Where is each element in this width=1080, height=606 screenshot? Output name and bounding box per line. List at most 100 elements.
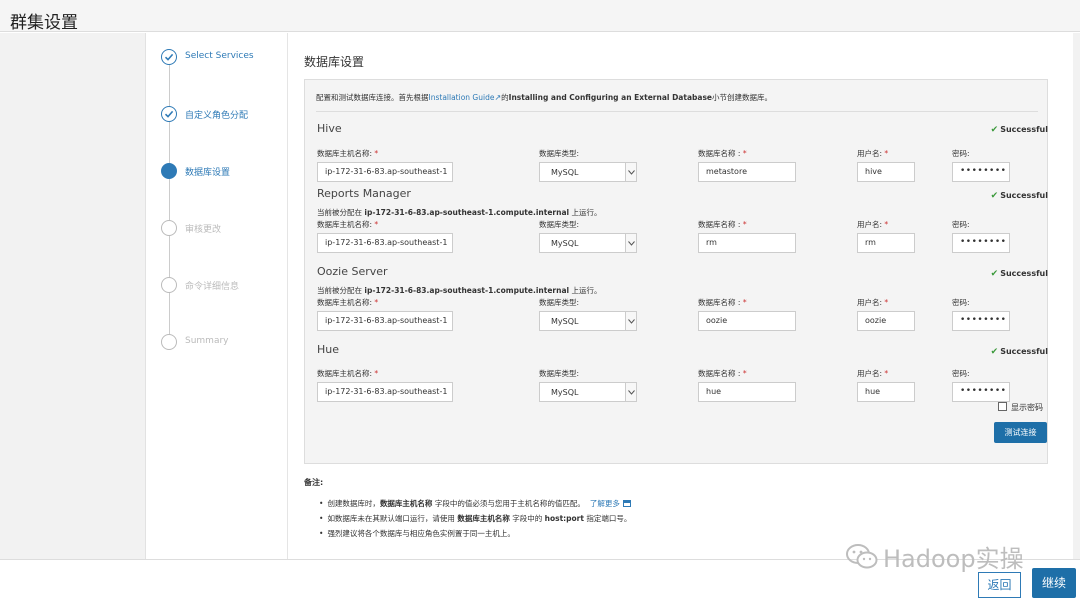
db-name-input[interactable]: oozie bbox=[698, 311, 796, 331]
db-password-input[interactable]: •••••••• bbox=[952, 382, 1010, 402]
assigned-host-text: 当前被分配在 ip-172-31-6-83.ap-southeast-1.com… bbox=[317, 208, 602, 217]
show-password-toggle[interactable]: 显示密码 bbox=[998, 402, 1043, 413]
password-label: 密码: bbox=[952, 220, 970, 229]
section-title: Reports Manager bbox=[317, 187, 411, 200]
db-name-input[interactable]: rm bbox=[698, 233, 796, 253]
assigned-host-text: 当前被分配在 ip-172-31-6-83.ap-southeast-1.com… bbox=[317, 286, 602, 295]
db-username-input[interactable]: oozie bbox=[857, 311, 915, 331]
left-gutter bbox=[0, 33, 146, 559]
dbname-label: 数据库名称 : * bbox=[698, 149, 747, 158]
section-title: Oozie Server bbox=[317, 265, 388, 278]
wechat-icon bbox=[845, 543, 879, 577]
password-label: 密码: bbox=[952, 369, 970, 378]
db-host-input[interactable]: ip-172-31-6-83.ap-southeast-1 bbox=[317, 311, 453, 331]
learn-more-link[interactable]: 了解更多 bbox=[590, 499, 620, 508]
db-host-input[interactable]: ip-172-31-6-83.ap-southeast-1 bbox=[317, 382, 453, 402]
status-success: ✔ Successful bbox=[990, 125, 1048, 135]
active-step-dot-icon bbox=[161, 163, 177, 179]
notes-list: • 创建数据库时，数据库主机名称 字段中的值必须与您用于主机名称的值匹配。 了解更多… bbox=[304, 498, 1044, 539]
notes-section: 备注: • 创建数据库时，数据库主机名称 字段中的值必须与您用于主机名称的值匹配。… bbox=[304, 477, 1044, 543]
watermark: Hadoop实操 bbox=[845, 539, 1024, 577]
right-gutter bbox=[1073, 33, 1080, 559]
step-custom-role-assignment[interactable]: 自定义角色分配 bbox=[161, 104, 286, 124]
db-type-select[interactable]: MySQL bbox=[539, 311, 637, 331]
chevron-down-icon bbox=[625, 312, 636, 330]
top-bar: 群集设置 bbox=[0, 0, 1080, 33]
db-username-input[interactable]: rm bbox=[857, 233, 915, 253]
type-label: 数据库类型: bbox=[539, 369, 580, 378]
installation-guide-link[interactable]: Installation Guide bbox=[429, 93, 495, 102]
checkbox-icon bbox=[998, 402, 1007, 411]
db-type-select[interactable]: MySQL bbox=[539, 382, 637, 402]
continue-button[interactable]: 继续 bbox=[1032, 568, 1076, 598]
username-label: 用户名: * bbox=[857, 369, 889, 378]
step-label: 自定义角色分配 bbox=[185, 111, 249, 121]
test-connection-button[interactable]: 测试连接 bbox=[994, 422, 1047, 443]
host-label: 数据库主机名称: * bbox=[317, 149, 379, 158]
db-host-input[interactable]: ip-172-31-6-83.ap-southeast-1 bbox=[317, 233, 453, 253]
setup-wizard: 群集设置 Select Services 自定义角色分配 数据库设置 审核更改 bbox=[0, 0, 1080, 606]
step-select-services[interactable]: Select Services bbox=[161, 47, 286, 67]
db-type-select[interactable]: MySQL bbox=[539, 233, 637, 253]
step-database-setup[interactable]: 数据库设置 bbox=[161, 161, 286, 181]
step-label: 数据库设置 bbox=[185, 168, 231, 178]
password-label: 密码: bbox=[952, 298, 970, 307]
check-icon: ✔ bbox=[990, 269, 999, 279]
dbname-label: 数据库名称 : * bbox=[698, 298, 747, 307]
type-label: 数据库类型: bbox=[539, 298, 580, 307]
check-circle-icon bbox=[161, 49, 177, 65]
password-label: 密码: bbox=[952, 149, 970, 158]
empty-circle-icon bbox=[161, 277, 177, 293]
db-name-input[interactable]: metastore bbox=[698, 162, 796, 182]
step-label: 审核更改 bbox=[185, 225, 222, 235]
check-icon: ✔ bbox=[990, 125, 999, 135]
db-name-input[interactable]: hue bbox=[698, 382, 796, 402]
type-label: 数据库类型: bbox=[539, 149, 580, 158]
host-label: 数据库主机名称: * bbox=[317, 369, 379, 378]
section-title: Hue bbox=[317, 343, 340, 356]
page-title: 数据库设置 bbox=[304, 55, 365, 69]
empty-circle-icon bbox=[161, 220, 177, 236]
host-label: 数据库主机名称: * bbox=[317, 220, 379, 229]
chevron-down-icon bbox=[625, 163, 636, 181]
status-success: ✔ Successful bbox=[990, 347, 1048, 357]
divider bbox=[316, 111, 1038, 112]
external-window-icon bbox=[622, 500, 631, 507]
intro-text: 配置和测试数据库连接。首先根据Installation Guide↗的Insta… bbox=[316, 93, 772, 102]
step-command-details: 命令详细信息 bbox=[161, 275, 286, 295]
empty-circle-icon bbox=[161, 334, 177, 350]
notes-title: 备注: bbox=[304, 478, 324, 487]
dbname-label: 数据库名称 : * bbox=[698, 369, 747, 378]
step-review-changes: 审核更改 bbox=[161, 218, 286, 238]
check-circle-icon bbox=[161, 106, 177, 122]
list-item: • 如数据库未在其默认端口运行，请使用 数据库主机名称 字段中的 host:por… bbox=[319, 514, 632, 523]
page-header-title: 群集设置 bbox=[10, 13, 78, 33]
db-password-input[interactable]: •••••••• bbox=[952, 233, 1010, 253]
username-label: 用户名: * bbox=[857, 298, 889, 307]
status-success: ✔ Successful bbox=[990, 269, 1048, 279]
host-label: 数据库主机名称: * bbox=[317, 298, 379, 307]
db-password-input[interactable]: •••••••• bbox=[952, 311, 1010, 331]
steps-connector-line bbox=[169, 56, 170, 341]
db-username-input[interactable]: hive bbox=[857, 162, 915, 182]
username-label: 用户名: * bbox=[857, 220, 889, 229]
chevron-down-icon bbox=[625, 234, 636, 252]
db-username-input[interactable]: hue bbox=[857, 382, 915, 402]
chevron-down-icon bbox=[625, 383, 636, 401]
check-icon: ✔ bbox=[990, 347, 999, 357]
list-item: • 强烈建议将各个数据库与相应角色实例置于同一主机上。 bbox=[319, 529, 515, 538]
step-label: Select Services bbox=[185, 51, 254, 61]
main-content: 数据库设置 配置和测试数据库连接。首先根据Installation Guide↗… bbox=[289, 33, 1073, 559]
type-label: 数据库类型: bbox=[539, 220, 580, 229]
list-item: • 创建数据库时，数据库主机名称 字段中的值必须与您用于主机名称的值匹配。 了解更多 bbox=[319, 498, 1044, 509]
db-host-input[interactable]: ip-172-31-6-83.ap-southeast-1 bbox=[317, 162, 453, 182]
step-label: 命令详细信息 bbox=[185, 282, 240, 292]
username-label: 用户名: * bbox=[857, 149, 889, 158]
wizard-steps: Select Services 自定义角色分配 数据库设置 审核更改 命令详细信… bbox=[147, 33, 288, 559]
status-success: ✔ Successful bbox=[990, 191, 1048, 201]
step-label: Summary bbox=[185, 336, 229, 346]
db-type-select[interactable]: MySQL bbox=[539, 162, 637, 182]
db-password-input[interactable]: •••••••• bbox=[952, 162, 1010, 182]
database-settings-panel: 配置和测试数据库连接。首先根据Installation Guide↗的Insta… bbox=[304, 79, 1048, 464]
check-icon: ✔ bbox=[990, 191, 999, 201]
